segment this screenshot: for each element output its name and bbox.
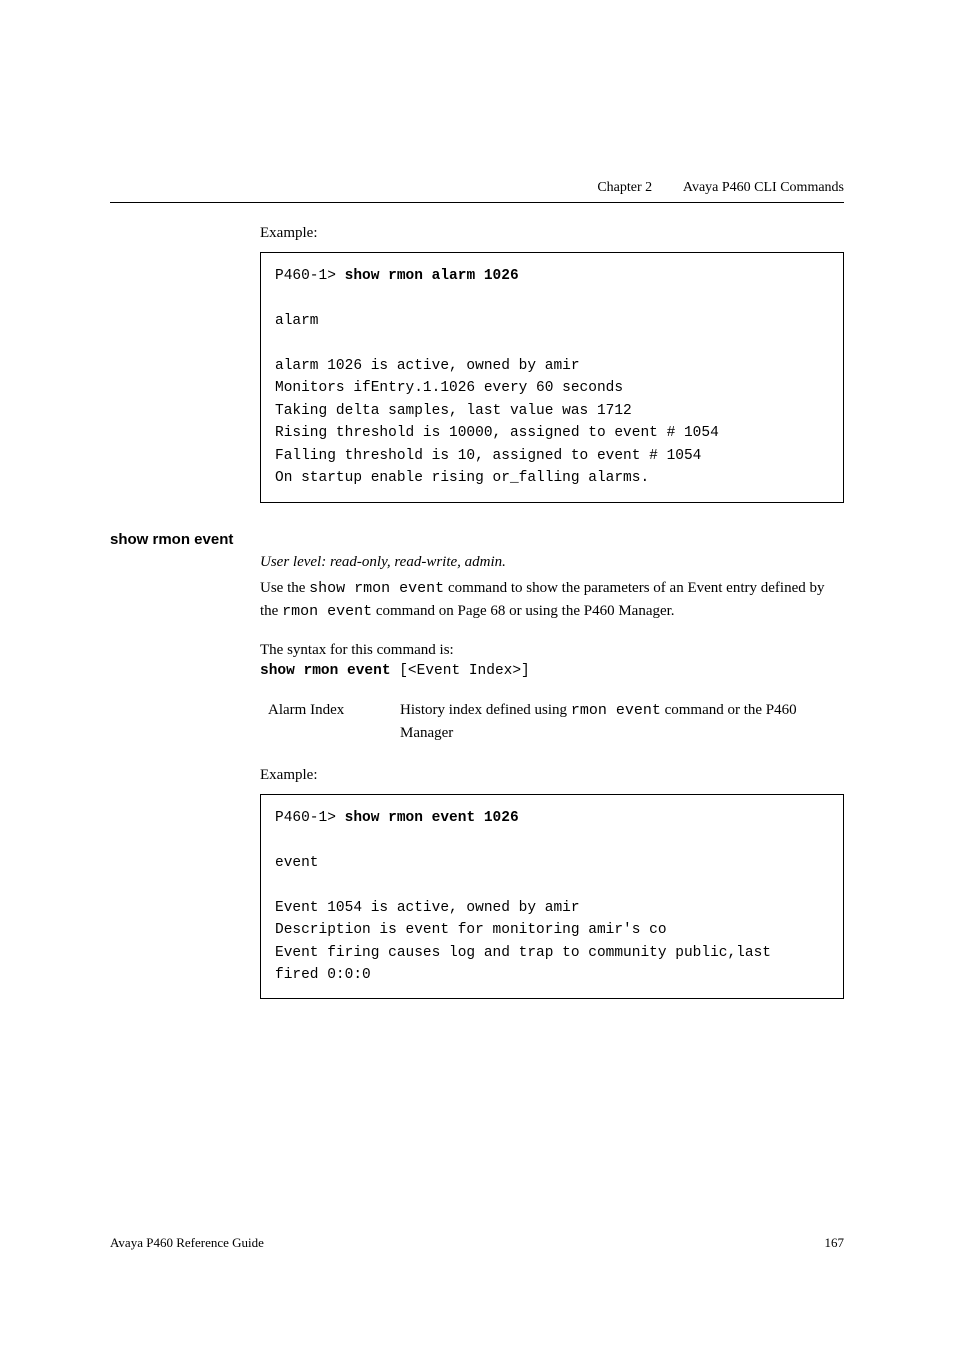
syntax-label: The syntax for this command is: xyxy=(260,642,844,659)
prompt: P460-1> xyxy=(275,268,345,284)
description: Use the show rmon event command to show … xyxy=(260,577,844,624)
code-line: On startup enable rising or_falling alar… xyxy=(275,470,649,486)
code-line: Falling threshold is 10, assigned to eve… xyxy=(275,448,701,464)
code-line: alarm 1026 is active, owned by amir xyxy=(275,358,580,374)
page-footer: Avaya P460 Reference Guide 167 xyxy=(110,1235,844,1251)
parameter-row: Alarm Index History index defined using … xyxy=(268,699,844,745)
code-line: fired 0:0:0 xyxy=(275,967,371,983)
parameter-term: Alarm Index xyxy=(268,699,400,745)
user-level-note: User level: read-only, read-write, admin… xyxy=(260,554,844,571)
parameter-definition: History index defined using rmon event c… xyxy=(400,699,844,745)
code-line: Rising threshold is 10000, assigned to e… xyxy=(275,425,719,441)
example-label-2: Example: xyxy=(260,767,844,784)
code-example-2: P460-1> show rmon event 1026 event Event… xyxy=(260,794,844,1000)
command-text: show rmon alarm 1026 xyxy=(345,268,519,284)
example-label-1: Example: xyxy=(260,225,844,242)
page: Chapter 2 Avaya P460 CLI Commands Exampl… xyxy=(0,0,954,1351)
syntax-command: show rmon event xyxy=(260,663,391,679)
inline-command: show rmon event xyxy=(309,580,444,597)
desc-text: Use the xyxy=(260,580,309,596)
code-line: Description is event for monitoring amir… xyxy=(275,922,667,938)
code-line: Monitors ifEntry.1.1026 every 60 seconds xyxy=(275,380,623,396)
code-line: alarm xyxy=(275,313,319,329)
inline-command: rmon event xyxy=(282,603,372,620)
code-line: Event 1054 is active, owned by amir xyxy=(275,900,580,916)
body-column: Example: P460-1> show rmon alarm 1026 al… xyxy=(260,225,844,999)
param-text: History index defined using xyxy=(400,702,571,718)
chapter-title: Avaya P460 CLI Commands xyxy=(683,180,844,195)
inline-command: rmon event xyxy=(571,702,661,719)
syntax-line: show rmon event [<Event Index>] xyxy=(260,663,844,679)
code-line: Taking delta samples, last value was 171… xyxy=(275,403,632,419)
footer-title: Avaya P460 Reference Guide xyxy=(110,1235,264,1251)
chapter-label: Chapter 2 xyxy=(597,180,652,195)
command-text: show rmon event 1026 xyxy=(345,810,519,826)
desc-text: command on Page 68 or using the P460 Man… xyxy=(372,603,674,619)
code-example-1: P460-1> show rmon alarm 1026 alarm alarm… xyxy=(260,252,844,503)
page-number: 167 xyxy=(825,1235,845,1251)
code-line: Event firing causes log and trap to comm… xyxy=(275,945,771,961)
section-heading: show rmon event xyxy=(110,531,844,548)
running-header: Chapter 2 Avaya P460 CLI Commands xyxy=(110,180,844,203)
prompt: P460-1> xyxy=(275,810,345,826)
code-line: event xyxy=(275,855,319,871)
syntax-args: [<Event Index>] xyxy=(391,663,530,679)
